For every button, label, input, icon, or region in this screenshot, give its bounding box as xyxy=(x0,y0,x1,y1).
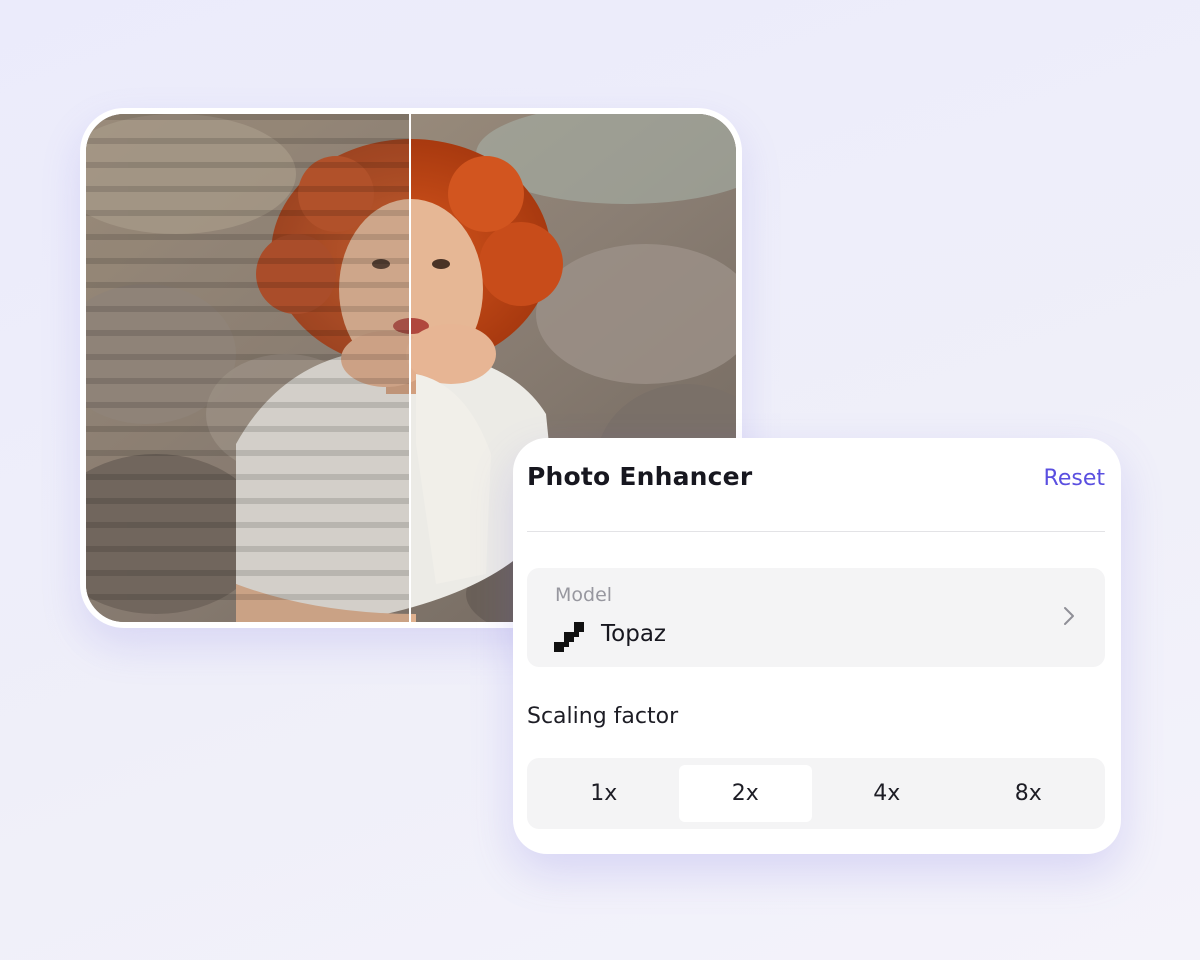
scale-option-8x[interactable]: 8x xyxy=(962,765,1096,822)
scale-option-1x[interactable]: 1x xyxy=(537,765,671,822)
model-value: Topaz xyxy=(601,621,666,647)
scaling-factor-selector: 1x 2x 4x 8x xyxy=(527,758,1105,829)
model-selector[interactable]: Model Topaz xyxy=(527,568,1105,667)
panel-title: Photo Enhancer xyxy=(527,462,753,491)
divider xyxy=(527,531,1105,532)
scaling-factor-label: Scaling factor xyxy=(527,704,679,729)
comparison-slider-line[interactable] xyxy=(409,114,411,622)
chevron-right-icon[interactable] xyxy=(1063,606,1075,626)
photo-enhancer-panel: Photo Enhancer Reset Model Topaz Scaling… xyxy=(513,438,1121,854)
topaz-pixel-icon xyxy=(554,622,584,652)
scale-option-2x[interactable]: 2x xyxy=(678,765,812,822)
reset-button[interactable]: Reset xyxy=(1044,466,1105,491)
scale-option-4x[interactable]: 4x xyxy=(820,765,954,822)
model-caption: Model xyxy=(555,584,613,606)
